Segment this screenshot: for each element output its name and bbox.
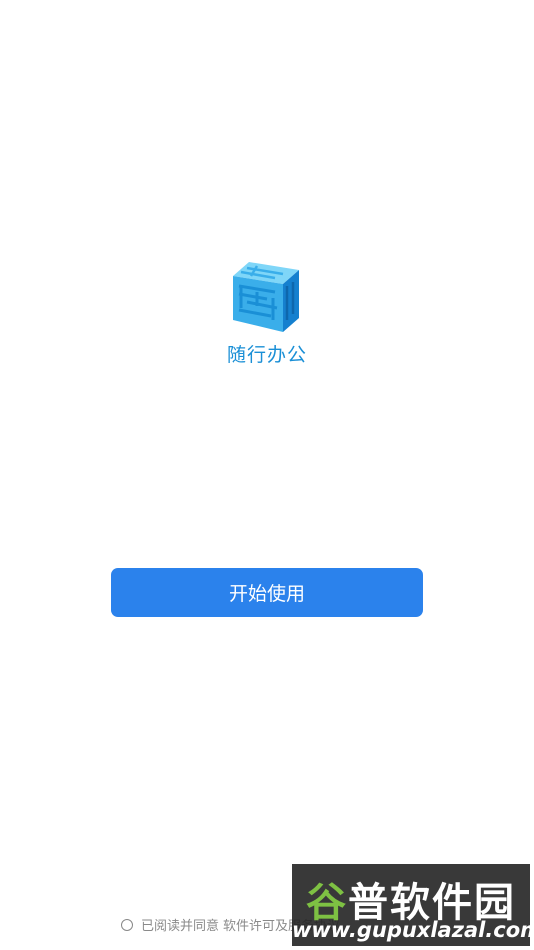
app-name: 随行办公 bbox=[226, 344, 307, 366]
agreement-prefix: 已阅读并同意 bbox=[141, 919, 220, 934]
agreement-radio-icon[interactable] bbox=[121, 918, 133, 931]
app-logo-icon bbox=[227, 262, 307, 332]
start-button[interactable]: 开始使用 bbox=[111, 568, 423, 617]
watermark-url: www.gupuxlazal.com bbox=[292, 918, 534, 942]
watermark: 谷普软件园 www.gupuxlazal.com bbox=[292, 864, 534, 946]
